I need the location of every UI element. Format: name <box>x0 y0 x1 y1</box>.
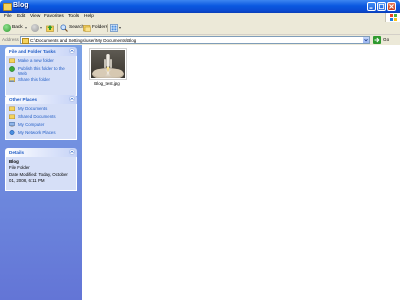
collapse-button[interactable] <box>69 48 75 54</box>
menu-favorites[interactable]: Favorites <box>44 14 64 19</box>
task-label: Make a new folder <box>18 58 54 63</box>
place-my-documents[interactable]: My Documents <box>9 106 73 113</box>
folders-button[interactable]: Folders <box>92 23 108 33</box>
place-my-network-places[interactable]: My Network Places <box>9 130 73 137</box>
minimize-button[interactable] <box>367 2 376 11</box>
chevron-down-icon <box>364 39 368 42</box>
panel-title: Other Places <box>9 97 38 102</box>
my-documents-icon <box>9 106 15 112</box>
file-item[interactable]: Blog_test.jpg <box>82 45 132 90</box>
address-input[interactable]: C:\Documents and Settings\user\My Docume… <box>20 36 370 44</box>
task-label: Publish this folder to the Web <box>18 66 65 76</box>
panel-title: Details <box>9 150 25 155</box>
folders-icon[interactable] <box>83 24 91 32</box>
place-label: My Network Places <box>18 130 56 135</box>
file-view[interactable]: Blog_test.jpg <box>82 45 400 300</box>
publish-web-icon <box>9 66 15 72</box>
toolbar-separator <box>57 24 58 32</box>
panel-body: Make a new folder Publish this folder to… <box>5 56 77 96</box>
panel-title: File and Folder Tasks <box>9 49 56 54</box>
panel-body: Blog File Folder Date Modified: Today, O… <box>5 157 77 191</box>
place-label: Shared Documents <box>18 114 56 119</box>
maximize-button[interactable] <box>377 2 386 11</box>
panel-header[interactable]: File and Folder Tasks <box>5 47 77 56</box>
chevron-up-icon <box>70 97 74 100</box>
title-bar: Blog <box>0 0 400 13</box>
search-icon[interactable] <box>60 24 68 32</box>
shuttle-launch-thumbnail <box>91 50 125 78</box>
address-label: Address <box>2 37 19 42</box>
chevron-up-icon <box>70 150 74 153</box>
panel-header[interactable]: Other Places <box>5 95 77 104</box>
task-pane: File and Folder Tasks Make a new folder … <box>0 45 82 300</box>
file-folder-tasks-panel: File and Folder Tasks Make a new folder … <box>5 47 77 96</box>
close-icon <box>389 4 394 9</box>
address-path[interactable]: C:\Documents and Settings\user\My Docume… <box>30 37 136 44</box>
search-button[interactable]: Search <box>69 23 84 33</box>
collapse-button[interactable] <box>69 96 75 102</box>
menu-view[interactable]: View <box>30 14 40 19</box>
minimize-icon <box>369 7 373 9</box>
back-button[interactable]: Back <box>12 23 23 33</box>
my-computer-icon <box>9 122 15 127</box>
views-dropdown-icon[interactable]: ▾ <box>119 23 121 33</box>
details-modified: Date Modified: Today, October 01, 2008, … <box>9 172 68 183</box>
menu-edit[interactable]: Edit <box>17 14 25 19</box>
task-publish-to-web[interactable]: Publish this folder to the Web <box>9 66 73 76</box>
place-shared-documents[interactable]: Shared Documents <box>9 114 73 121</box>
folder-icon <box>22 38 29 44</box>
close-button[interactable] <box>387 2 396 11</box>
up-folder-icon[interactable] <box>46 24 54 32</box>
place-label: My Computer <box>18 122 45 127</box>
collapse-button[interactable] <box>69 149 75 155</box>
window-title: Blog <box>13 2 29 9</box>
details-type: File Folder <box>9 164 30 170</box>
folder-icon <box>3 3 12 11</box>
network-places-icon <box>9 130 15 135</box>
file-name[interactable]: Blog_test.jpg <box>82 81 132 86</box>
go-button[interactable]: Go <box>383 37 389 42</box>
place-label: My Documents <box>18 106 48 111</box>
new-folder-icon <box>9 58 15 64</box>
task-make-new-folder[interactable]: Make a new folder <box>9 58 73 65</box>
task-share-folder[interactable]: Share this folder <box>9 77 73 84</box>
windows-logo-icon <box>385 13 400 22</box>
back-arrow-icon[interactable] <box>3 24 11 32</box>
menu-file[interactable]: File <box>4 14 12 19</box>
shared-documents-icon <box>9 114 15 120</box>
other-places-panel: Other Places My Documents Shared Documen… <box>5 95 77 140</box>
maximize-icon <box>378 3 385 10</box>
details-panel: Details Blog File Folder Date Modified: … <box>5 148 77 191</box>
chevron-up-icon <box>70 49 74 52</box>
task-label: Share this folder <box>18 77 50 82</box>
views-icon[interactable] <box>110 24 118 32</box>
toolbar: Back ▾ ▾ Search Folders ▾ <box>0 22 400 35</box>
thumbnail-frame <box>89 48 127 80</box>
back-dropdown-icon[interactable]: ▾ <box>25 23 27 33</box>
toolbar-separator <box>107 24 108 32</box>
forward-dropdown-icon[interactable]: ▾ <box>40 23 42 33</box>
panel-header[interactable]: Details <box>5 148 77 157</box>
forward-arrow-icon[interactable] <box>31 24 39 32</box>
place-my-computer[interactable]: My Computer <box>9 122 73 129</box>
address-dropdown-button[interactable] <box>363 37 369 43</box>
share-folder-icon <box>9 77 15 83</box>
menu-help[interactable]: Help <box>84 14 94 19</box>
panel-body: My Documents Shared Documents My Compute… <box>5 104 77 140</box>
menu-tools[interactable]: Tools <box>68 14 79 19</box>
go-arrow-icon[interactable] <box>373 36 381 44</box>
